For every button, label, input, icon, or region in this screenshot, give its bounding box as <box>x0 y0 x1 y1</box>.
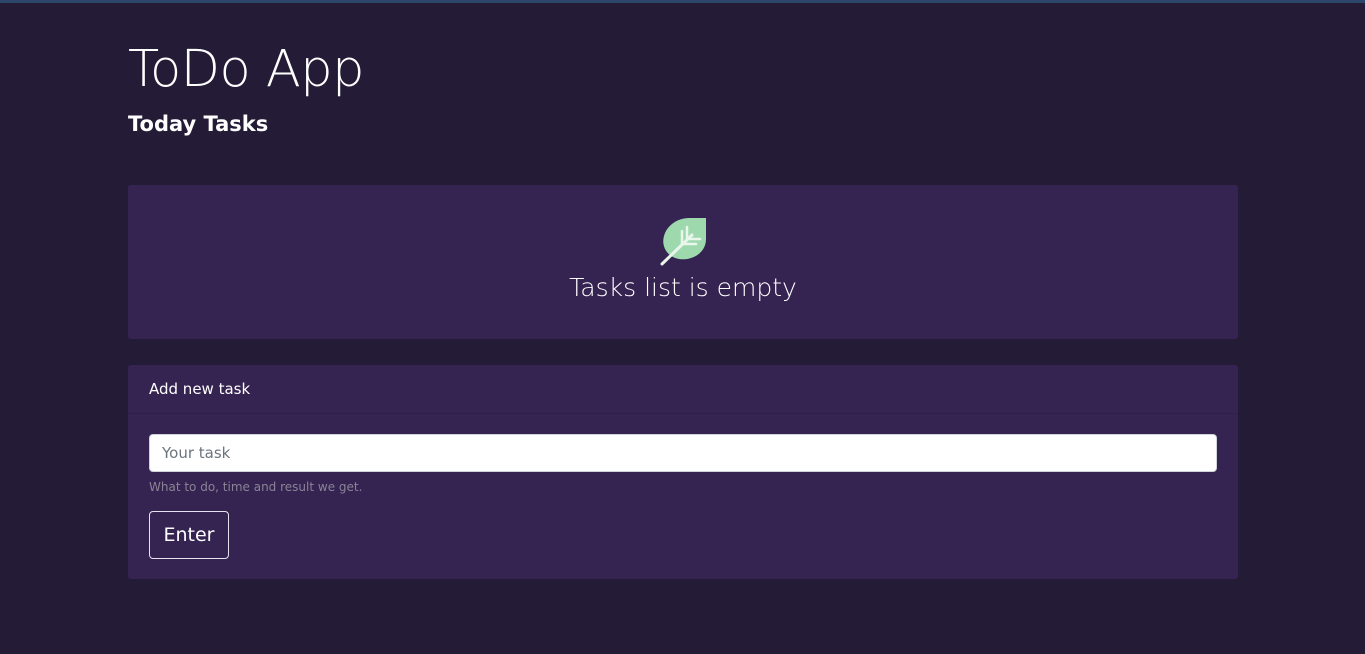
app-title: ToDo App <box>128 40 365 99</box>
window-top-border <box>0 0 1365 3</box>
add-task-card: Add new task What to do, time and result… <box>128 365 1238 579</box>
task-input[interactable] <box>149 434 1217 472</box>
empty-tasks-card: Tasks list is empty <box>128 185 1238 339</box>
leaf-icon <box>660 218 706 266</box>
add-task-heading: Add new task <box>149 380 251 398</box>
add-task-card-header: Add new task <box>128 365 1238 414</box>
page-subtitle: Today Tasks <box>128 112 269 136</box>
task-input-help-text: What to do, time and result we get. <box>149 480 363 494</box>
enter-button[interactable]: Enter <box>149 511 229 559</box>
empty-state-message: Tasks list is empty <box>569 273 797 302</box>
